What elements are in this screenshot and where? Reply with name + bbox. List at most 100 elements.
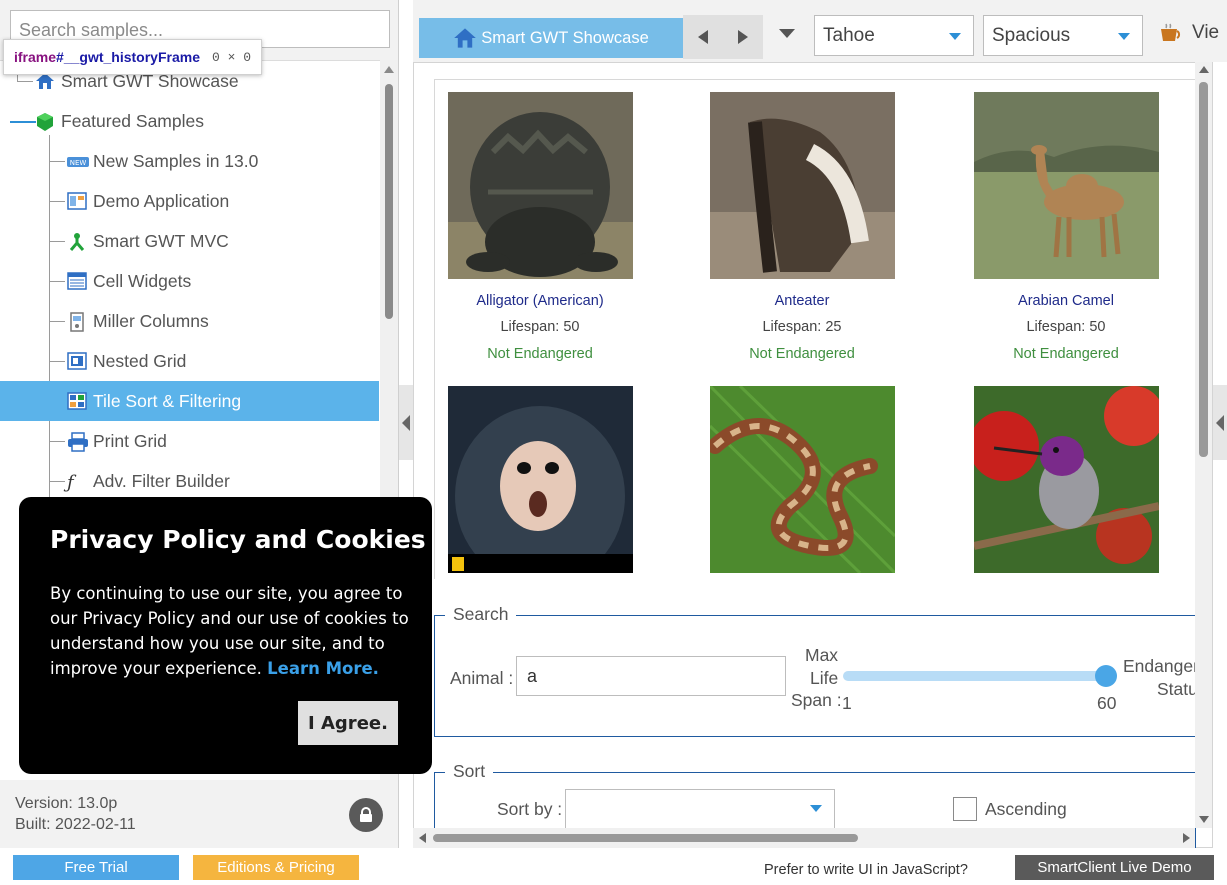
tile-lifespan: Lifespan: 50 [1026,319,1106,335]
free-trial-button[interactable]: Free Trial [13,855,179,880]
tree-item-demo-application[interactable]: Demo Application [0,181,379,221]
tile-grid: Alligator (American) Lifespan: 50 Not En… [434,79,1196,579]
tree-item-tile-sort-filtering[interactable]: Tile Sort & Filtering [0,381,379,421]
cube-icon [35,112,55,131]
back-button[interactable] [683,15,723,59]
sort-by-label: Sort by : [497,799,563,819]
tree-item-label: Smart GWT MVC [93,230,229,251]
tile-status: Not Endangered [1013,346,1119,362]
app-window-icon [67,192,87,210]
tree-item-featured-samples[interactable]: Featured Samples [0,101,379,141]
columns-icon [67,312,87,332]
tree-item-smart-gwt-mvc[interactable]: Smart GWT MVC [0,221,379,261]
slider-max-label: 60 [1097,693,1117,713]
tree-item-print-grid[interactable]: Print Grid [0,421,379,461]
scroll-right-arrow-icon[interactable] [1183,833,1190,843]
scroll-up-arrow-icon[interactable] [1199,66,1209,73]
list-icon [67,272,87,290]
skin-select-value: Tahoe [823,25,875,46]
view-source-button[interactable]: Vie [1158,22,1219,44]
endangered-label-2: Statu [1157,679,1198,699]
scroll-left-arrow-icon[interactable] [419,833,426,843]
tree-item-label: New Samples in 13.0 [93,150,259,171]
ascending-checkbox[interactable] [953,797,977,821]
tree-item-label: Tile Sort & Filtering [93,390,242,411]
history-dropdown-button[interactable] [767,15,807,59]
forward-button[interactable] [723,15,763,59]
tab-smart-gwt-showcase[interactable]: Smart GWT Showcase [419,18,683,58]
tile-name: Alligator (American) [476,293,604,309]
lock-icon [360,807,372,822]
endangered-label-1: Endanger [1123,656,1199,676]
tree-item-new-samples[interactable]: NEW New Samples in 13.0 [0,141,379,181]
tile-name: Arabian Camel [1018,293,1114,309]
tree-item-label: Demo Application [93,190,230,211]
editions-pricing-button[interactable]: Editions & Pricing [193,855,359,880]
tree-item-miller-columns[interactable]: Miller Columns [0,301,379,341]
coffee-cup-icon [1161,23,1181,41]
search-legend: Search [445,604,517,625]
tile-card[interactable]: Anteater Lifespan: 25 Not Endangered [702,92,902,362]
tree-item-label: Adv. Filter Builder [93,470,230,491]
agree-button[interactable]: I Agree. [298,701,398,745]
animal-input[interactable]: a [516,656,786,696]
tree-item-adv-filter-builder[interactable]: ƒ Adv. Filter Builder [0,461,379,501]
sort-by-select[interactable] [565,789,835,829]
tree-item-label: Nested Grid [93,350,187,371]
function-icon: ƒ [67,472,74,493]
skin-select[interactable]: Tahoe [814,15,974,56]
density-select-value: Spacious [992,25,1071,46]
prefer-javascript-text: Prefer to write UI in JavaScript? [764,862,968,878]
life-span-slider-knob[interactable] [1095,665,1117,687]
learn-more-link[interactable]: Learn More. [267,659,379,678]
scroll-up-arrow-icon[interactable] [384,66,394,73]
built-label: Built: 2022-02-11 [15,816,136,833]
collapse-right-handle[interactable] [1213,385,1227,460]
version-label: Version: 13.0p [15,795,118,812]
tile-card[interactable] [702,386,902,579]
tree-item-label: Print Grid [93,430,167,451]
scrollbar-thumb[interactable] [433,834,858,842]
anteater-photo [709,92,895,279]
search-fieldset: Search Animal : a Max Life Span : 1 60 E… [434,604,1199,737]
arrow-left-icon [698,30,708,44]
tooltip-id: #__gwt_historyFrame [56,49,200,65]
tree-item-nested-grid[interactable]: Nested Grid [0,341,379,381]
tree-item-cell-widgets[interactable]: Cell Widgets [0,261,379,301]
sample-pane: Alligator (American) Lifespan: 50 Not En… [413,62,1213,862]
hummingbird-photo [973,386,1159,573]
tab-label: Smart GWT Showcase [481,28,649,47]
ascending-label: Ascending [985,799,1067,819]
scrollbar-thumb[interactable] [385,84,393,319]
max-life-span-label-3: Span : [791,690,842,710]
tile-card[interactable]: Alligator (American) Lifespan: 50 Not En… [440,92,640,362]
tree-item-label: Featured Samples [61,110,204,131]
slider-min-label: 1 [842,693,852,713]
camel-photo [973,92,1159,279]
chevron-down-icon [779,28,795,38]
tooltip-size: 0 × 0 [211,49,251,65]
scrollbar-thumb[interactable] [1199,82,1208,457]
density-select[interactable]: Spacious [983,15,1143,56]
collapse-left-handle[interactable] [399,385,413,460]
scroll-down-arrow-icon[interactable] [1199,816,1209,823]
life-span-slider-track[interactable] [843,671,1105,681]
tile-card[interactable] [440,386,640,579]
top-toolbar: Smart GWT Showcase Tahoe Spacious Vie [413,0,1227,62]
tile-card[interactable] [966,386,1166,579]
max-life-span-label-2: Life [810,668,839,688]
tile-lifespan: Lifespan: 25 [762,319,842,335]
main-horizontal-scrollbar[interactable] [413,828,1195,848]
printer-icon [67,432,88,452]
tooltip-tag: iframe [14,49,57,65]
version-info: Version: 13.0p Built: 2022-02-11 [15,793,136,835]
tile-status: Not Endangered [749,346,855,362]
chevron-down-icon [1118,33,1130,40]
lock-button[interactable] [349,798,383,832]
cookie-dialog-body: By continuing to use our site, you agree… [50,581,410,681]
tile-card[interactable]: Arabian Camel Lifespan: 50 Not Endangere… [966,92,1166,362]
smartclient-live-demo-button[interactable]: SmartClient Live Demo [1015,855,1214,880]
chevron-down-icon [949,33,961,40]
main-vertical-scrollbar[interactable] [1195,62,1212,828]
collapse-right-arrow-icon [1216,414,1224,431]
